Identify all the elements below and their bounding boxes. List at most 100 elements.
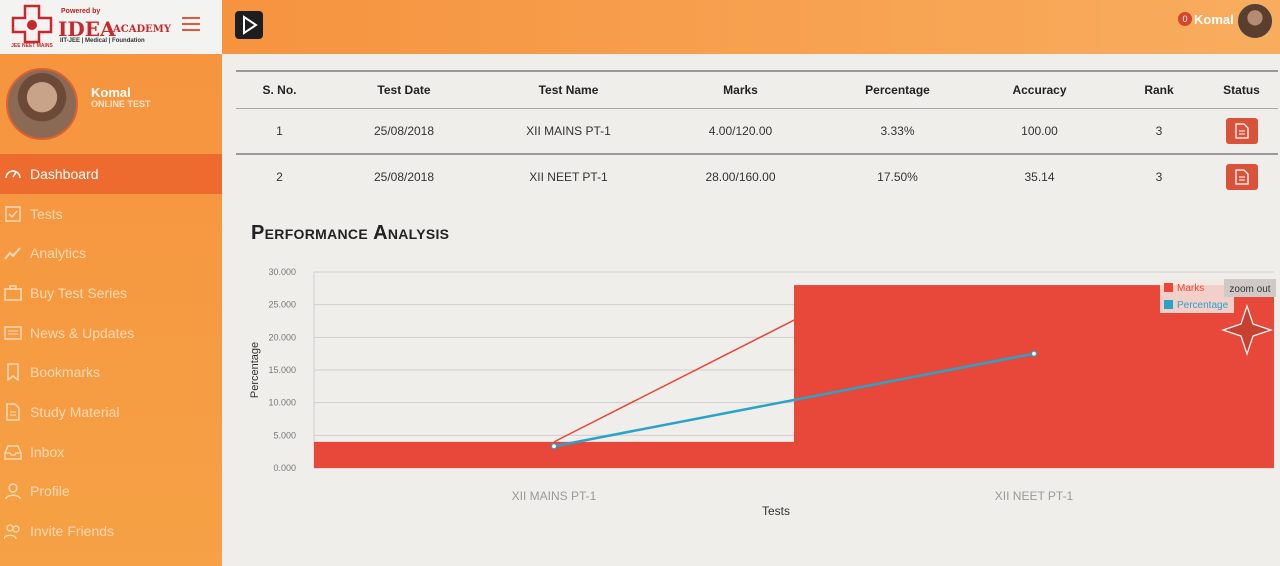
main-content: S. No. Test Date Test Name Marks Percent… <box>222 54 1280 566</box>
column-header: Test Name <box>485 70 652 109</box>
top-bar: 0 Komal <box>222 0 1280 54</box>
sidebar-nav: Dashboard Tests Analytics Buy Test Serie… <box>0 154 222 551</box>
sidebar-item-label: Buy Test Series <box>30 284 128 301</box>
sidebar-item-analytics[interactable]: Analytics <box>0 233 222 273</box>
view-report-button[interactable] <box>1225 118 1258 144</box>
document-icon <box>1234 123 1249 139</box>
profile-role: ONLINE TEST <box>91 99 151 109</box>
zoom-out-label[interactable]: zoom out <box>1229 284 1270 295</box>
brand-tagline: IIT-JEE | Medical | Foundation <box>60 38 145 44</box>
y-tick-label: 25.000 <box>268 300 296 310</box>
y-tick-label: 30.000 <box>268 267 296 277</box>
table-cell: 2 <box>276 170 283 184</box>
legend-swatch <box>1164 283 1173 292</box>
briefcase-icon <box>2 284 24 302</box>
header-user-name[interactable]: Komal <box>1194 12 1234 27</box>
table-cell: 25/08/2018 <box>373 170 435 184</box>
sidebar-item-label: Invite Friends <box>30 523 115 540</box>
sidebar-item-inbox[interactable]: Inbox <box>0 432 222 472</box>
percentage-point <box>550 443 558 450</box>
table-cell: 28.00/160.00 <box>705 170 776 184</box>
table-cell: 3.33% <box>829 108 966 155</box>
view-report-button[interactable] <box>1225 164 1258 190</box>
table-cell: 35.14 <box>1024 170 1055 184</box>
sidebar-item-news-updates[interactable]: News & Updates <box>0 313 222 353</box>
column-header: Test Date <box>323 70 485 109</box>
sidebar: JEE NEET MAINS Powered by IDEA ACADEMY I… <box>0 0 222 566</box>
y-axis-label: Percentage <box>249 342 261 398</box>
column-header: Status <box>1205 70 1278 109</box>
table-cell: XII MAINS PT-1 <box>485 108 652 155</box>
sidebar-item-label: Inbox <box>30 443 65 460</box>
section-title: Performance Analysis <box>251 222 450 244</box>
y-tick-label: 15.000 <box>268 365 296 375</box>
avatar[interactable] <box>6 68 78 140</box>
users-icon <box>2 522 24 540</box>
speedometer-icon <box>2 165 24 183</box>
table-row: 2 25/08/2018 XII NEET PT-1 28.00/160.00 … <box>236 154 1278 199</box>
column-header: Accuracy <box>966 70 1113 109</box>
table-cell: 3 <box>1155 170 1163 184</box>
sidebar-item-label: Tests <box>30 205 63 222</box>
table-cell: 4.00/120.00 <box>652 108 829 155</box>
logo-cross-icon: JEE NEET MAINS <box>11 4 53 48</box>
play-icon[interactable] <box>235 11 263 39</box>
svg-text:JEE NEET MAINS: JEE NEET MAINS <box>11 43 53 48</box>
sidebar-item-label: Profile <box>30 483 70 500</box>
bookmark-icon <box>2 363 24 382</box>
sidebar-item-label: Dashboard <box>30 165 99 182</box>
percentage-point <box>1030 350 1038 357</box>
sidebar-item-study-material[interactable]: Study Material <box>0 392 222 432</box>
profile-name: Komal <box>91 85 131 100</box>
sidebar-item-label: Analytics <box>30 245 87 262</box>
table-cell: 1 <box>236 108 323 155</box>
user-icon <box>2 482 24 500</box>
table-row: 1 25/08/2018 XII MAINS PT-1 4.00/120.00 … <box>236 108 1278 155</box>
sidebar-item-label: Bookmarks <box>30 364 101 381</box>
legend-label: Marks <box>1177 283 1204 294</box>
column-header: Marks <box>652 70 829 109</box>
document-icon <box>1234 169 1249 185</box>
column-header: Rank <box>1113 70 1205 109</box>
sidebar-item-label: News & Updates <box>30 324 135 341</box>
powered-by-label: Powered by <box>61 8 101 15</box>
sidebar-item-buy-test-series[interactable]: Buy Test Series <box>0 273 222 313</box>
trend-icon <box>2 244 24 262</box>
table-cell: 3 <box>1113 108 1205 155</box>
x-tick-label: XII MAINS PT-1 <box>512 489 597 503</box>
brand-suffix: ACADEMY <box>113 24 171 35</box>
legend-swatch <box>1164 300 1173 309</box>
table-cell: 100.00 <box>966 108 1113 155</box>
table-cell <box>1205 154 1278 199</box>
results-table: S. No. Test Date Test Name Marks Percent… <box>236 70 1278 199</box>
sidebar-item-invite-friends[interactable]: Invite Friends <box>0 511 222 551</box>
profile-card: Komal ONLINE TEST <box>0 64 222 144</box>
table-header-row: S. No. Test Date Test Name Marks Percent… <box>236 70 1278 109</box>
column-header: Percentage <box>829 70 966 109</box>
sidebar-item-tests[interactable]: Tests <box>0 194 222 234</box>
notification-badge[interactable]: 0 <box>1178 12 1192 26</box>
sidebar-item-bookmarks[interactable]: Bookmarks <box>0 352 222 392</box>
performance-chart: 0.000 5.000 10.000 15.000 20.000 25.000 30.000… <box>249 267 1276 518</box>
y-tick-label: 5.000 <box>273 430 296 440</box>
newspaper-icon <box>2 324 24 342</box>
legend-label: Percentage <box>1177 300 1229 311</box>
table-cell: 17.50% <box>877 170 918 184</box>
sidebar-item-profile[interactable]: Profile <box>0 472 222 512</box>
sidebar-item-dashboard[interactable]: Dashboard <box>0 154 222 194</box>
column-header: S. No. <box>236 70 323 109</box>
x-axis-label: Tests <box>762 504 790 518</box>
y-tick-label: 0.000 <box>273 463 296 473</box>
avatar[interactable] <box>1238 4 1272 38</box>
table-cell: XII NEET PT-1 <box>529 170 608 184</box>
table-cell: 25/08/2018 <box>323 108 485 155</box>
y-tick-label: 20.000 <box>268 332 296 342</box>
document-icon <box>2 403 24 421</box>
inbox-icon <box>2 443 24 461</box>
y-tick-label: 10.000 <box>268 398 296 408</box>
x-tick-label: XII NEET PT-1 <box>995 489 1074 503</box>
sidebar-item-label: Study Material <box>30 403 120 420</box>
table-cell <box>1205 108 1278 155</box>
checklist-icon <box>2 205 24 223</box>
menu-toggle-icon[interactable] <box>182 17 200 31</box>
